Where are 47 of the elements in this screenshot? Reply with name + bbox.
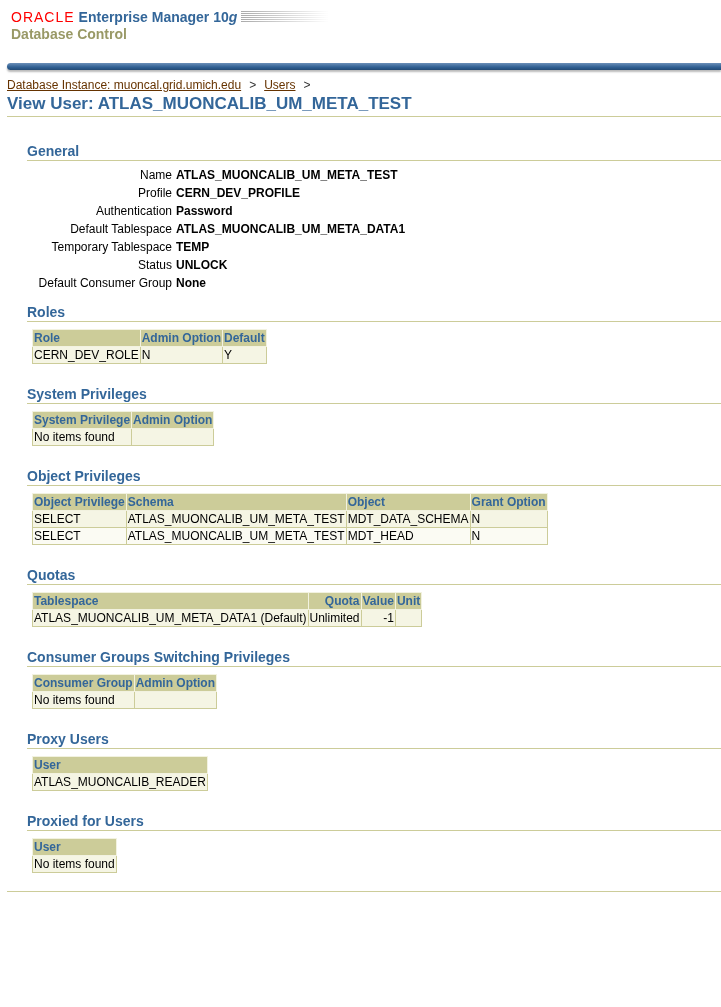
field-value: None: [176, 276, 207, 290]
column-header: Admin Option: [134, 674, 217, 692]
breadcrumb-link[interactable]: Users: [264, 78, 296, 92]
section-heading: Quotas: [27, 567, 721, 585]
column-header: Quota: [308, 592, 362, 610]
column-header: Object: [346, 493, 471, 511]
column-header: System Privilege: [32, 411, 132, 429]
breadcrumb-separator: >: [303, 78, 311, 92]
column-header: Value: [361, 592, 396, 610]
field-label: Default Tablespace: [69, 222, 173, 236]
field-value: TEMP: [176, 240, 211, 254]
column-header: User: [32, 756, 208, 774]
breadcrumb-link[interactable]: Database Instance: muoncal.grid.umich.edu: [7, 78, 242, 92]
product-subtitle: Database Control: [11, 26, 128, 42]
field-value: CERN_DEV_PROFILE: [176, 186, 302, 200]
column-header: Object Privilege: [32, 493, 127, 511]
column-header: User: [32, 838, 117, 856]
column-header: Default: [222, 329, 267, 347]
section-heading: Proxied for Users: [27, 813, 721, 831]
column-header: Tablespace: [32, 592, 308, 610]
field-value: ATLAS_MUONCALIB_UM_META_TEST: [176, 168, 399, 182]
section-heading: Object Privileges: [27, 468, 721, 486]
column-header: Grant Option: [470, 493, 548, 511]
field-label: Name: [139, 168, 173, 182]
breadcrumb-separator: >: [249, 78, 257, 92]
column-header: Admin Option: [140, 329, 223, 347]
column-header: Role: [32, 329, 141, 347]
section-heading: Proxy Users: [27, 731, 721, 749]
field-value: ATLAS_MUONCALIB_UM_META_DATA1: [176, 222, 407, 236]
field-label: Temporary Tablespace: [50, 240, 173, 254]
column-header: Unit: [395, 592, 422, 610]
field-value: Password: [176, 204, 234, 218]
section-heading: Consumer Groups Switching Privileges: [27, 649, 721, 667]
column-header: Consumer Group: [32, 674, 135, 692]
field-label: Status: [136, 258, 173, 272]
field-label: Default Consumer Group: [37, 276, 173, 290]
page-title: View User: ATLAS_MUONCALIB_UM_META_TEST: [7, 94, 721, 117]
section-heading: General: [27, 143, 721, 161]
field-label: Profile: [137, 186, 173, 200]
product-name: Enterprise Manager 10g: [78, 9, 238, 25]
column-header: Admin Option: [131, 411, 214, 429]
oracle-logo: ORACLE: [11, 9, 75, 25]
field-label: Authentication: [94, 204, 173, 218]
field-value: UNLOCK: [176, 258, 229, 272]
section-heading: System Privileges: [27, 386, 721, 404]
column-header: Schema: [126, 493, 347, 511]
section-heading: Roles: [27, 304, 721, 322]
